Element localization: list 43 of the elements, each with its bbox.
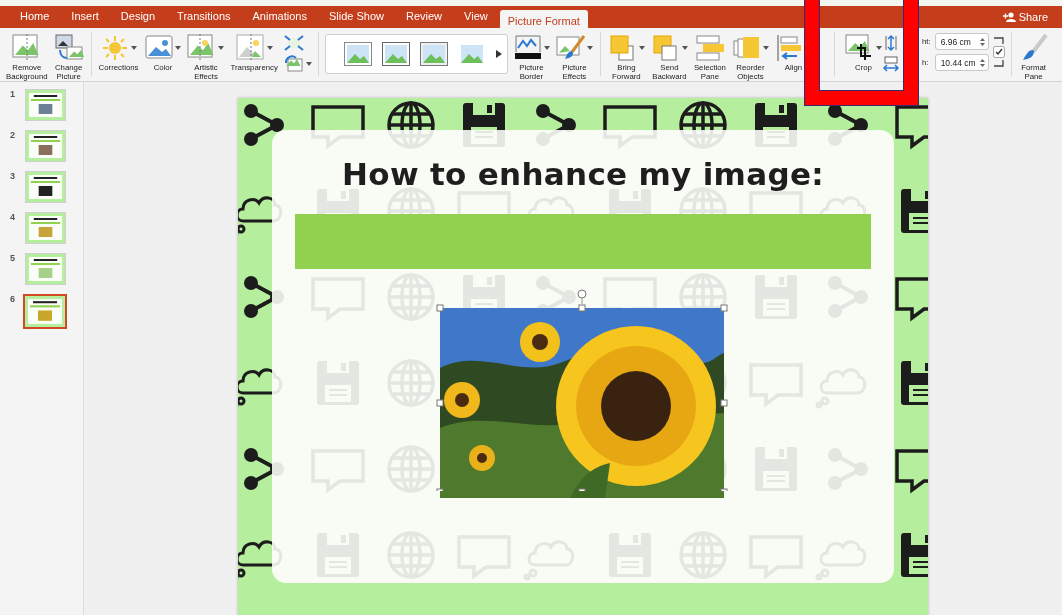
- border-icon: [512, 33, 543, 62]
- size-field[interactable]: 6.96 cm: [934, 33, 989, 50]
- ribbon-tab[interactable]: Slide Show: [318, 8, 394, 28]
- brush-icon: [555, 33, 586, 62]
- picture-style[interactable]: [381, 42, 410, 66]
- slide-number: 2: [10, 130, 15, 140]
- picture-style[interactable]: [343, 42, 372, 66]
- add-person-icon: [1002, 12, 1016, 22]
- ribbon-tab[interactable]: Transitions: [167, 8, 241, 28]
- next-icon: [495, 50, 502, 58]
- slide-number: 5: [10, 253, 15, 263]
- share-button[interactable]: Share: [996, 10, 1054, 24]
- slide-title: How to enhance my image:: [342, 156, 824, 192]
- pane-icon: [694, 33, 725, 62]
- ribbon-tab[interactable]: Design: [110, 8, 166, 28]
- picture-style[interactable]: [419, 42, 448, 66]
- ribbon-tab[interactable]: Review: [395, 8, 453, 28]
- width-icon: [881, 55, 900, 73]
- slide-number: 3: [10, 171, 15, 181]
- bracket-icon: [993, 37, 1004, 44]
- slide-number: 6: [10, 294, 15, 304]
- reset-picture-icon: [282, 55, 305, 73]
- size-field[interactable]: 10.44 cm: [934, 54, 989, 71]
- slide-number: 4: [10, 212, 15, 222]
- slide-number: 1: [10, 89, 15, 99]
- picture-icon: [235, 33, 266, 62]
- bracket-icon: [993, 60, 1004, 67]
- lock-ratio-checkbox[interactable]: [992, 46, 1005, 58]
- gallery-next-button[interactable]: [495, 50, 502, 58]
- ribbon-tab[interactable]: View: [454, 8, 498, 28]
- ribbon-tab[interactable]: Animations: [242, 8, 317, 28]
- resize-icon: [282, 34, 305, 52]
- spinner-icon: [979, 36, 985, 47]
- ribbon-tab[interactable]: Home: [10, 8, 60, 28]
- width-button[interactable]: [881, 55, 900, 73]
- reset-picture-button[interactable]: [282, 55, 312, 73]
- ribbon-tab[interactable]: Insert: [61, 8, 109, 28]
- picture-icon: [144, 33, 175, 62]
- ribbon-tab[interactable]: Picture Format: [499, 10, 588, 28]
- picture-icon: [53, 33, 84, 62]
- caret-icon: [305, 62, 312, 66]
- spinner-icon: [979, 57, 985, 68]
- slide-thumbnail[interactable]: [23, 294, 67, 329]
